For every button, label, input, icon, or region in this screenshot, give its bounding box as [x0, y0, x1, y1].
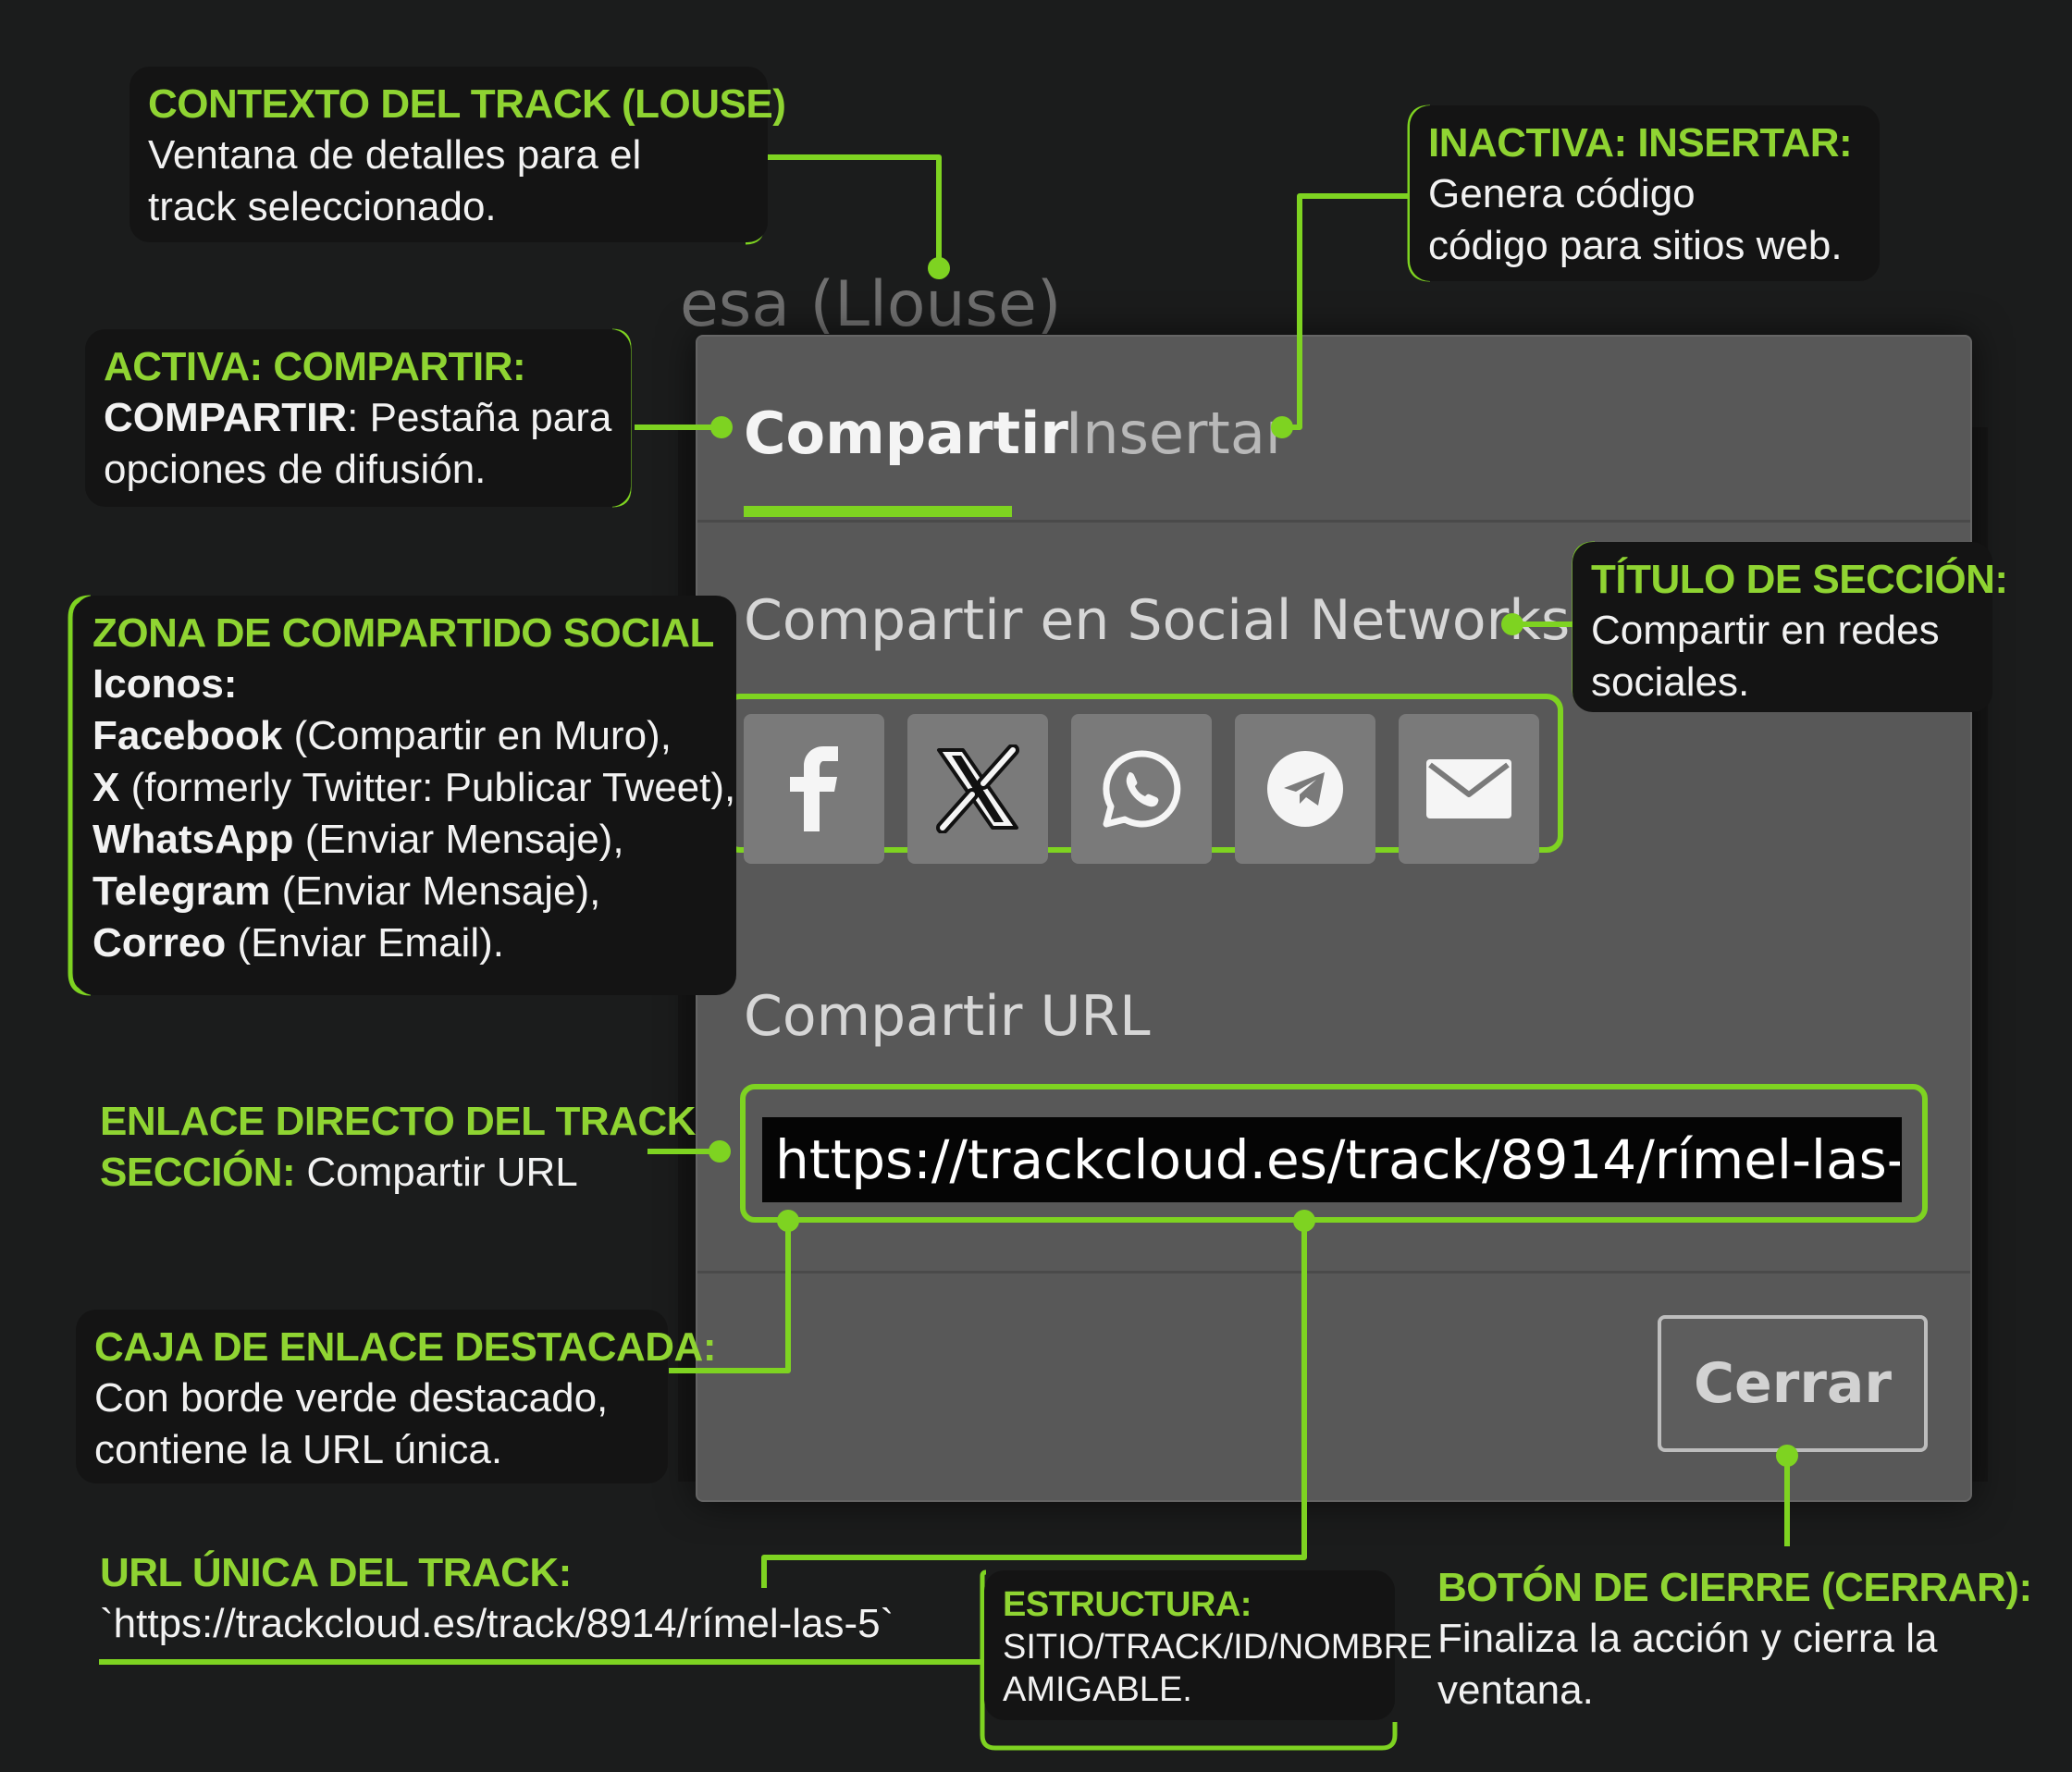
callout-social-item: Correo (Enviar Email). [92, 917, 718, 969]
callout-insert-line: Genera código [1428, 171, 1696, 216]
callout-link-line: SECCIÓN: Compartir URL [100, 1147, 629, 1199]
callout-context-line: track seleccionado. [148, 184, 497, 229]
callout-insert-heading: INACTIVA: INSERTAR: [1428, 120, 1853, 166]
callout-section-title: TÍTULO DE SECCIÓN: Compartir en redes so… [1572, 542, 2008, 712]
callout-insert: INACTIVA: INSERTAR: Genera código código… [1410, 105, 1880, 281]
callout-box-line: Con borde verde destacado, [94, 1375, 609, 1421]
telegram-icon [1267, 751, 1343, 827]
callout-section-line: sociales. [1591, 659, 1750, 705]
active-tab-indicator [744, 506, 1012, 517]
callout-structure: ESTRUCTURA: SITIO/TRACK/ID/NOMBRE AMIGAB… [984, 1570, 1433, 1720]
callout-close-line: Finaliza la acción y cierra la [1437, 1616, 1938, 1661]
callout-structure-heading: ESTRUCTURA: [1003, 1585, 1252, 1624]
callout-unique-heading: URL ÚNICA DEL TRACK: [100, 1550, 572, 1595]
facebook-share-button[interactable] [744, 714, 884, 864]
callout-insert-line: código para sitios web. [1428, 223, 1843, 268]
callout-context-line: Ventana de detalles para el [148, 132, 642, 178]
callout-share-heading: ACTIVA: COMPARTIR: [104, 344, 526, 389]
share-url-input[interactable] [762, 1117, 1902, 1202]
whatsapp-share-button[interactable] [1071, 714, 1212, 864]
telegram-share-button[interactable] [1235, 714, 1375, 864]
callout-box-line: contiene la URL única. [94, 1427, 503, 1472]
callout-social-item: Telegram (Enviar Mensaje), [92, 866, 718, 917]
callout-social-item-strong: Telegram [92, 868, 271, 914]
callout-share-line: opciones de difusión. [104, 447, 487, 492]
share-dialog: Compartir Insertar Compartir en Social N… [696, 335, 1972, 1502]
callout-social-zone: ZONA DE COMPARTIDO SOCIAL Iconos: Facebo… [74, 596, 736, 995]
callout-link-heading-2: SECCIÓN: [100, 1150, 296, 1195]
callout-social-icons-label: Iconos: [92, 661, 238, 707]
callout-social-item-strong: WhatsApp [92, 817, 294, 862]
callout-share-rest: : Pestaña para [347, 395, 612, 440]
callout-social-item-strong: Correo [92, 920, 227, 966]
dialog-footer-divider [697, 1271, 1970, 1274]
callout-share-line: COMPARTIR: Pestaña para [104, 392, 612, 444]
x-share-button[interactable] [907, 714, 1048, 864]
track-title: esa (Llouse) [680, 268, 1062, 341]
callout-direct-link: ENLACE DIRECTO DEL TRACK SECCIÓN: Compar… [81, 1084, 696, 1210]
tab-bar: Compartir Insertar [697, 337, 1970, 523]
callout-close-line: ventana. [1437, 1667, 1594, 1713]
callout-share-strong: COMPARTIR [104, 395, 348, 440]
callout-structure-line: AMIGABLE. [1003, 1670, 1192, 1709]
callout-social-item-rest: (formerly Twitter: Publicar Tweet), [119, 765, 736, 810]
url-highlight-box [740, 1084, 1928, 1223]
callout-social-item: X (formerly Twitter: Publicar Tweet), [92, 762, 735, 814]
callout-social-item: WhatsApp (Enviar Mensaje), [92, 814, 718, 866]
url-section-title: Compartir URL [744, 984, 1151, 1049]
tab-compartir[interactable]: Compartir [744, 400, 1068, 467]
callout-section-line: Compartir en redes [1591, 608, 1940, 653]
facebook-icon [790, 746, 838, 831]
callout-social-item-strong: Facebook [92, 713, 283, 758]
social-section-title: Compartir en Social Networks [744, 588, 1571, 653]
callout-context-heading: CONTEXTO DEL TRACK (LOUSE) [148, 81, 786, 127]
social-share-group [723, 694, 1563, 864]
context-connector [762, 154, 942, 268]
tab-insertar[interactable]: Insertar [1066, 400, 1289, 467]
callout-section-heading: TÍTULO DE SECCIÓN: [1591, 557, 2008, 602]
x-icon [936, 744, 1019, 833]
callout-link-rest: Compartir URL [295, 1150, 578, 1195]
mail-icon [1426, 759, 1511, 818]
callout-unique-value: `https://trackcloud.es/track/8914/rímel-… [100, 1601, 894, 1646]
whatsapp-icon [1103, 750, 1181, 828]
callout-social-heading: ZONA DE COMPARTIDO SOCIAL [92, 610, 714, 656]
callout-close-button: BOTÓN DE CIERRE (CERRAR): Finaliza la ac… [1419, 1550, 2032, 1724]
callout-structure-line: SITIO/TRACK/ID/NOMBRE [1003, 1628, 1433, 1667]
callout-social-item-rest: (Enviar Mensaje), [293, 817, 624, 862]
callout-social-item-strong: X [92, 765, 120, 810]
callout-social-item-rest: (Enviar Mensaje), [270, 868, 601, 914]
callout-social-item-rest: (Enviar Email). [226, 920, 504, 966]
callout-context: CONTEXTO DEL TRACK (LOUSE) Ventana de de… [130, 67, 786, 242]
callout-box-heading: CAJA DE ENLACE DESTACADA: [94, 1324, 716, 1370]
callout-unique-url: URL ÚNICA DEL TRACK: `https://trackcloud… [81, 1535, 988, 1655]
email-share-button[interactable] [1399, 714, 1539, 864]
callout-link-heading: ENLACE DIRECTO DEL TRACK [100, 1099, 696, 1144]
close-button[interactable]: Cerrar [1658, 1315, 1928, 1452]
callout-social-item: Facebook (Compartir en Muro), [92, 710, 718, 762]
callout-social-item-rest: (Compartir en Muro), [282, 713, 672, 758]
callout-link-box: CAJA DE ENLACE DESTACADA: Con borde verd… [76, 1310, 716, 1483]
callout-close-heading: BOTÓN DE CIERRE (CERRAR): [1437, 1565, 2032, 1610]
callout-share-tab: ACTIVA: COMPARTIR: COMPARTIR: Pestaña pa… [85, 329, 631, 507]
